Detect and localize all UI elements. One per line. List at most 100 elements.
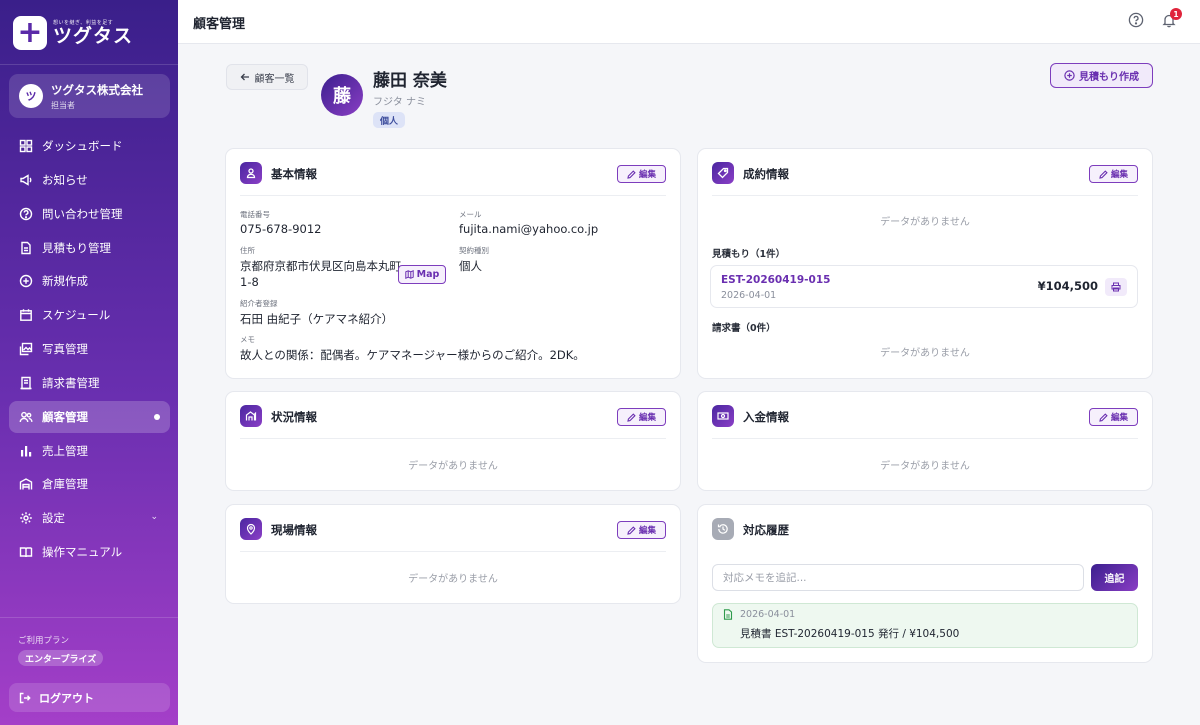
email-value[interactable]: fujita.nami@yahoo.co.jp — [459, 222, 598, 236]
sidebar-item-schedule[interactable]: スケジュール — [9, 299, 170, 331]
logout-button[interactable]: ログアウト — [9, 683, 170, 712]
edit-contract-info-button[interactable]: 編集 — [1089, 165, 1138, 183]
megaphone-icon — [19, 173, 33, 187]
history-date: 2026-04-01 — [740, 609, 796, 620]
edit-site-info-button[interactable]: 編集 — [617, 521, 666, 539]
gear-icon — [19, 511, 33, 525]
pencil-icon — [1099, 169, 1108, 179]
sidebar-item-dashboard[interactable]: ダッシュボード — [9, 130, 170, 162]
map-button[interactable]: Map — [398, 265, 446, 284]
basic-info-card: 基本情報 編集 電話番号 075-678-9012 メール fujita.nam… — [225, 148, 681, 379]
plus-circle-icon — [19, 274, 33, 288]
tag-icon — [712, 162, 734, 184]
create-quote-button[interactable]: 見積もり作成 — [1050, 63, 1153, 88]
payment-info-card: 入金情報 編集 データがありません — [697, 391, 1153, 491]
building-icon — [240, 405, 262, 427]
sidebar-divider — [0, 617, 178, 618]
brand-name: ツグタス — [53, 25, 134, 48]
book-icon — [19, 545, 33, 559]
phone-value[interactable]: 075-678-9012 — [240, 222, 321, 236]
sidebar-item-notices[interactable]: お知らせ — [9, 164, 170, 196]
sidebar-item-warehouse[interactable]: 倉庫管理 — [9, 468, 170, 500]
card-title: 現場情報 — [271, 523, 317, 537]
card-title: 状況情報 — [271, 410, 317, 424]
location-pin-icon — [240, 518, 262, 540]
card-title: 成約情報 — [743, 167, 789, 181]
card-title: 入金情報 — [743, 410, 789, 424]
estimate-amount: ¥104,500 — [1037, 279, 1098, 293]
active-indicator-dot — [154, 413, 160, 420]
arrow-left-icon — [240, 73, 249, 81]
card-header: 対応履歴 — [712, 518, 1138, 552]
question-icon — [19, 207, 33, 221]
logout-icon — [19, 692, 31, 703]
pencil-icon — [627, 412, 636, 422]
referrer-label: 紹介者登録 — [240, 299, 278, 308]
customer-kana: フジタ ナミ — [373, 97, 426, 108]
sidebar-item-label: 顧客管理 — [42, 409, 88, 424]
edit-label: 編集 — [638, 526, 656, 536]
plan-badge: エンタープライズ — [18, 650, 104, 666]
customer-avatar: 藤 — [321, 74, 363, 116]
plan-label: ご利用プラン — [18, 636, 70, 646]
edit-payment-info-button[interactable]: 編集 — [1089, 408, 1138, 426]
sidebar-item-new[interactable]: 新規作成 — [9, 265, 170, 297]
brand-logo[interactable]: + 想いを継ぎ、利益を足す ツグタス — [13, 16, 133, 50]
sidebar-divider — [0, 64, 178, 65]
sidebar-item-label: 請求書管理 — [42, 375, 100, 390]
card-title: 基本情報 — [271, 167, 317, 181]
pencil-icon — [627, 525, 636, 535]
edit-basic-info-button[interactable]: 編集 — [617, 165, 666, 183]
memo-input[interactable] — [712, 564, 1084, 591]
contract-info-card: 成約情報 編集 データがありません 見積もり（1件） EST-20260419-… — [697, 148, 1153, 379]
dashboard-icon — [19, 139, 33, 153]
person-icon — [240, 162, 262, 184]
sidebar-item-invoices[interactable]: 請求書管理 — [9, 367, 170, 399]
address-line1: 京都府京都市伏見区向島本丸町 — [240, 259, 401, 273]
sidebar-item-label: 売上管理 — [42, 443, 88, 458]
topbar: 顧客管理 1 — [178, 0, 1200, 44]
history-card: 対応履歴 追記 2026-04-01 見積書 EST-20260419-015 … — [697, 504, 1153, 663]
sidebar-item-estimates[interactable]: 見積もり管理 — [9, 232, 170, 264]
site-info-card: 現場情報 編集 データがありません — [225, 504, 681, 604]
help-icon[interactable] — [1128, 12, 1144, 28]
sidebar-item-customers[interactable]: 顧客管理 — [9, 400, 170, 433]
sidebar-item-label: 新規作成 — [42, 274, 88, 289]
sidebar-item-label: 問い合わせ管理 — [42, 206, 123, 221]
sidebar-item-sales[interactable]: 売上管理 — [9, 435, 170, 467]
empty-state-text: データがありません — [408, 574, 498, 585]
memo-value: 故人との関係：配偶者。ケアマネージャー様からのご紹介。2DK。 — [240, 348, 585, 362]
sidebar: + 想いを継ぎ、利益を足す ツグタス ツ ツグタス株式会社 担当者 ダッシュボー… — [0, 0, 178, 725]
estimate-row[interactable]: EST-20260419-015 2026-04-01 ¥104,500 — [710, 265, 1138, 308]
empty-state-text: データがありません — [880, 461, 970, 472]
back-to-customers-button[interactable]: 顧客一覧 — [226, 64, 308, 90]
estimate-id[interactable]: EST-20260419-015 — [721, 274, 830, 286]
history-text: 見積書 EST-20260419-015 発行 / ¥104,500 — [740, 628, 960, 640]
card-title: 対応履歴 — [743, 523, 789, 537]
sidebar-item-label: 倉庫管理 — [42, 477, 88, 492]
history-entry: 2026-04-01 見積書 EST-20260419-015 発行 / ¥10… — [712, 603, 1138, 648]
edit-label: 編集 — [1110, 170, 1128, 180]
sidebar-item-label: 設定 — [42, 511, 65, 526]
sidebar-item-settings[interactable]: 設定 ⌄ — [9, 502, 170, 534]
back-label: 顧客一覧 — [254, 73, 295, 85]
company-switcher[interactable]: ツ ツグタス株式会社 担当者 — [9, 74, 170, 118]
add-memo-button[interactable]: 追記 — [1091, 564, 1138, 591]
sidebar-item-inquiries[interactable]: 問い合わせ管理 — [9, 198, 170, 230]
bar-chart-icon — [19, 444, 33, 458]
edit-label: 編集 — [1110, 413, 1128, 423]
chevron-down-icon: ⌄ — [150, 512, 158, 523]
print-estimate-button[interactable] — [1105, 278, 1127, 296]
company-role: 担当者 — [51, 100, 75, 110]
referrer-value: 石田 由紀子（ケアマネ紹介） — [240, 312, 394, 326]
plus-circle-icon — [1064, 70, 1075, 81]
invoice-icon — [19, 376, 33, 390]
edit-label: 編集 — [638, 170, 656, 180]
card-header: 入金情報 編集 — [712, 405, 1138, 439]
page-title: 顧客管理 — [193, 17, 246, 32]
sidebar-item-photos[interactable]: 写真管理 — [9, 333, 170, 365]
edit-status-info-button[interactable]: 編集 — [617, 408, 666, 426]
document-icon — [19, 241, 33, 255]
sidebar-item-label: 見積もり管理 — [42, 240, 111, 255]
sidebar-item-manual[interactable]: 操作マニュアル — [9, 536, 170, 568]
